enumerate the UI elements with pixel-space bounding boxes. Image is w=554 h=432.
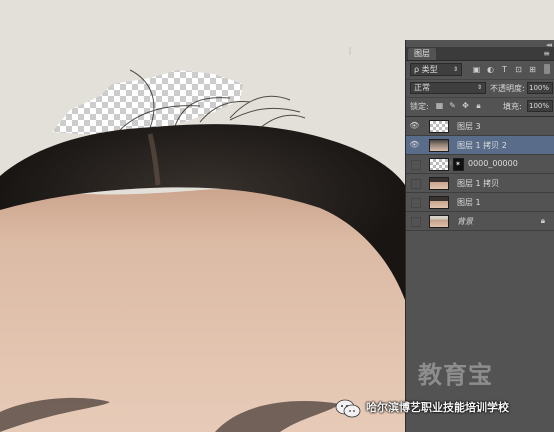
watermark-caption: 哈尔滨博艺职业技能培训学校 (366, 401, 509, 414)
lock-label: 锁定: (410, 102, 429, 111)
filter-kind-label: ρ 类型 (414, 65, 438, 74)
filter-toggle-switch[interactable] (544, 64, 550, 74)
lock-row: 锁定: ▦ ✎ ✥ 🔒︎ 填充: 100% (406, 97, 554, 114)
image-filter-icon[interactable]: ▣ (472, 65, 481, 74)
filter-kind-select[interactable]: ρ 类型 ⇕ (410, 63, 462, 76)
layer-name: 图层 1 (457, 198, 481, 207)
layer-thumbnail (429, 215, 449, 228)
fill-input[interactable]: 100% (527, 100, 553, 112)
blend-mode-value: 正常 (414, 83, 430, 92)
opacity-input[interactable]: 100% (527, 82, 553, 94)
layer-filter-row: ρ 类型 ⇕ ▣ ◐ T ⊡ ⊞ (406, 62, 554, 78)
layer-name: 背景 (457, 217, 473, 226)
wechat-icon (335, 399, 361, 418)
layer-row[interactable]: 👁︎ 图层 3 (406, 117, 554, 136)
type-filter-icon[interactable]: T (500, 65, 509, 74)
smart-object-filter-icon[interactable]: ⊞ (528, 65, 537, 74)
layer-name: 图层 3 (457, 122, 481, 131)
adjustment-filter-icon[interactable]: ◐ (486, 65, 495, 74)
chevron-down-icon: ⇕ (452, 66, 458, 73)
visibility-toggle-box[interactable] (411, 179, 421, 189)
layer-thumbnail (429, 120, 449, 133)
visibility-toggle-box[interactable] (411, 198, 421, 208)
layer-thumbnail (429, 196, 449, 209)
layer-row-background[interactable]: 背景 🔒︎ (406, 212, 554, 231)
eye-icon[interactable]: 👁︎ (409, 121, 420, 131)
layer-row[interactable]: 图层 1 拷贝 (406, 174, 554, 193)
lock-icon: 🔒︎ (540, 216, 545, 225)
layer-thumbnail (429, 177, 449, 190)
eye-icon[interactable]: 👁︎ (409, 140, 420, 150)
layer-mask-thumbnail[interactable]: ✶ (453, 158, 464, 171)
fill-label: 填充: (503, 102, 522, 111)
visibility-toggle-box[interactable] (411, 217, 421, 227)
tab-layers[interactable]: 图层 (408, 48, 436, 60)
layer-list: 👁︎ 图层 3 👁︎ 图层 1 拷贝 2 ⁞ ✶ 0000_00000 图层 1… (406, 116, 554, 231)
star-icon: ✶ (455, 160, 461, 168)
shape-filter-icon[interactable]: ⊡ (514, 65, 523, 74)
chevron-down-icon: ⇕ (476, 84, 482, 91)
opacity-label: 不透明度: (490, 84, 525, 93)
layer-thumbnail (429, 139, 449, 152)
blend-mode-select[interactable]: 正常 ⇕ (410, 82, 486, 94)
visibility-toggle-box[interactable] (411, 160, 421, 170)
blend-row: 正常 ⇕ 不透明度: 100% (406, 79, 554, 96)
layer-row[interactable]: ⁞ ✶ 0000_00000 (406, 155, 554, 174)
lock-position-icon[interactable]: ✥ (461, 101, 470, 110)
lock-transparent-pixels-icon[interactable]: ▦ (435, 101, 444, 110)
watermark-logo: 教育宝 (418, 361, 493, 389)
lock-all-icon[interactable]: 🔒︎ (474, 101, 483, 110)
layer-name: 图层 1 拷贝 (457, 179, 500, 188)
panel-tab-bar: 图层 ≡ (406, 47, 554, 61)
layer-name: 图层 1 拷贝 2 (457, 141, 507, 150)
layer-row-selected[interactable]: 👁︎ 图层 1 拷贝 2 (406, 136, 554, 155)
panel-menu-icon[interactable]: ≡ (543, 49, 550, 58)
layer-row[interactable]: 图层 1 (406, 193, 554, 212)
layer-thumbnail (429, 158, 449, 171)
lock-image-pixels-icon[interactable]: ✎ (448, 101, 457, 110)
layer-name: 0000_00000 (468, 159, 518, 168)
